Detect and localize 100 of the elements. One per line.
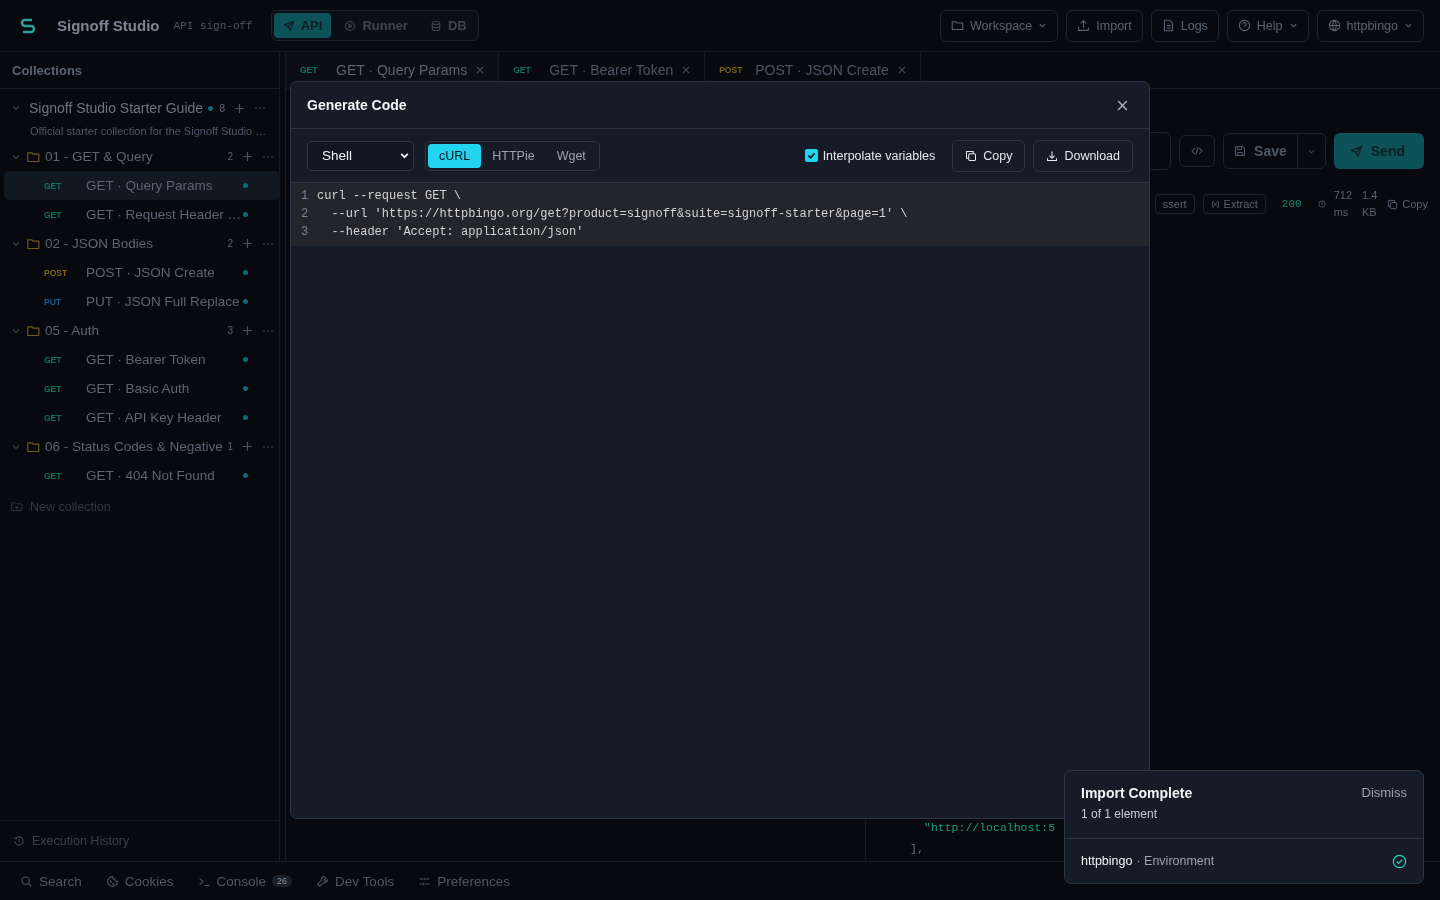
add-icon[interactable] <box>243 326 252 335</box>
wrench-icon <box>316 874 330 888</box>
more-icon[interactable] <box>262 241 274 246</box>
send-icon <box>1349 144 1363 158</box>
code-button[interactable] <box>1179 135 1216 167</box>
toolbar-button[interactable]: Import <box>1066 9 1143 42</box>
upload-icon <box>1077 19 1091 32</box>
folder-name[interactable]: 06 - Status Codes & Negative <box>45 439 228 454</box>
add-icon[interactable] <box>243 239 252 248</box>
file-icon <box>1161 19 1175 32</box>
folder-name[interactable]: 01 - GET & Query <box>45 149 228 164</box>
method-label: GET <box>43 412 63 423</box>
method-label: GET <box>43 209 63 220</box>
folder-icon <box>951 19 964 32</box>
toast-title: Import Complete <box>1081 785 1193 801</box>
language-select[interactable]: Shell <box>307 140 414 171</box>
folder-icon <box>27 237 40 250</box>
bottom-bar-button[interactable]: Console 26 <box>197 873 293 889</box>
variant-tab[interactable]: HTTPie <box>481 143 546 168</box>
more-icon[interactable] <box>262 444 274 449</box>
status-dot-icon <box>243 270 248 275</box>
download-button[interactable]: Download <box>1033 139 1133 172</box>
folder-name[interactable]: 02 - JSON Bodies <box>45 236 228 251</box>
globe-icon <box>1327 19 1341 32</box>
request-item[interactable]: GET GET · API Key Header <box>4 403 280 432</box>
execution-history-link[interactable]: Execution History <box>32 834 130 848</box>
tab-title: GET · Bearer Token <box>549 62 674 78</box>
request-name: GET · Basic Auth <box>86 381 191 396</box>
status-dot-icon <box>243 357 248 362</box>
toolbar-button[interactable]: Logs <box>1150 9 1219 42</box>
collection-name[interactable]: Signoff Studio Starter Guide <box>29 100 209 116</box>
bottom-bar-button[interactable]: Search <box>20 873 82 889</box>
toolbar-button[interactable]: Help <box>1226 9 1309 42</box>
request-item[interactable]: GET GET · Request Header … <box>4 200 280 229</box>
mode-tab[interactable]: Runner <box>335 13 417 38</box>
status-dot-icon <box>243 386 248 391</box>
method-label: GET <box>43 470 63 481</box>
folder-icon <box>27 150 40 163</box>
method-label: GET <box>43 383 63 394</box>
variant-tab[interactable]: cURL <box>428 143 482 168</box>
copy-icon <box>1387 198 1399 210</box>
folder-plus-icon <box>11 501 23 512</box>
status-dot-icon <box>243 183 248 188</box>
request-count: 2 <box>227 238 233 249</box>
toast-subtitle: 1 of 1 element <box>1081 807 1159 821</box>
variant-tab[interactable]: Wget <box>545 143 597 168</box>
checkbox-label[interactable]: Interpolate variables <box>822 148 936 163</box>
request-item[interactable]: GET GET · Bearer Token <box>4 345 280 374</box>
bottom-bar-button[interactable]: Cookies <box>105 873 174 889</box>
sidebar-title: Collections <box>0 52 279 89</box>
response-size: 1.4 KB <box>1362 188 1378 220</box>
add-icon[interactable] <box>235 103 244 113</box>
response-tool-button[interactable]: ssert <box>1154 194 1195 214</box>
request-count: 2 <box>227 151 233 162</box>
add-icon[interactable] <box>243 442 252 451</box>
request-name: GET · Request Header … <box>86 207 243 222</box>
chevron-icon[interactable] <box>11 103 21 113</box>
request-name: POST · JSON Create <box>86 265 216 280</box>
method-label: GET <box>300 65 319 75</box>
request-item[interactable]: PUT PUT · JSON Full Replace <box>4 287 280 316</box>
line-number: 2 <box>300 207 310 221</box>
code-icon <box>1191 145 1204 157</box>
code-line: "http://localhost:5 <box>923 820 1057 836</box>
request-count: 1 <box>227 441 233 452</box>
dialog-title: Generate Code <box>307 97 407 113</box>
request-name: GET · API Key Header <box>86 410 223 425</box>
bottom-bar-button[interactable]: Dev Tools <box>316 873 395 889</box>
response-tool-button[interactable]: Extract <box>1202 194 1266 214</box>
toolbar-button[interactable]: Workspace <box>940 9 1059 42</box>
close-icon[interactable] <box>1117 99 1128 111</box>
method-label: GET <box>43 180 63 191</box>
collection-description: Official starter collection for the Signoff Studio … <box>29 124 268 139</box>
request-count: 8 <box>219 102 225 114</box>
copy-button[interactable]: Copy <box>952 139 1026 172</box>
status-dot-icon <box>243 473 248 478</box>
mode-tab[interactable]: DB <box>420 13 476 38</box>
method-label: GET <box>513 65 532 75</box>
tab-title: GET · Query Params <box>336 62 468 78</box>
line-number: 3 <box>300 225 310 239</box>
request-item[interactable]: GET GET · Basic Auth <box>4 374 280 403</box>
add-icon[interactable] <box>243 152 252 161</box>
code-line: --header 'Accept: application/json' <box>330 225 584 239</box>
checkbox[interactable] <box>804 149 818 162</box>
request-name: PUT · JSON Full Replace <box>86 294 241 309</box>
copy-button[interactable]: Copy <box>1387 198 1428 210</box>
dismiss-button[interactable]: Dismiss <box>1361 785 1407 800</box>
folder-name[interactable]: 05 - Auth <box>45 323 228 338</box>
request-item[interactable]: GET GET · Query Params <box>4 171 280 200</box>
toolbar-button[interactable]: httpbingo <box>1316 9 1424 42</box>
more-icon[interactable] <box>262 328 274 333</box>
more-icon[interactable] <box>262 154 274 159</box>
tab-title: POST · JSON Create <box>755 62 889 78</box>
more-icon[interactable] <box>254 106 266 110</box>
line-number: 1 <box>300 189 310 203</box>
request-name: GET · Query Params <box>86 178 214 193</box>
database-icon <box>429 19 442 32</box>
bottom-bar-button[interactable]: Preferences <box>418 873 510 889</box>
request-item[interactable]: GET GET · 404 Not Found <box>4 461 280 490</box>
request-item[interactable]: POST POST · JSON Create <box>4 258 280 287</box>
item-type: · Environment <box>1136 854 1216 868</box>
